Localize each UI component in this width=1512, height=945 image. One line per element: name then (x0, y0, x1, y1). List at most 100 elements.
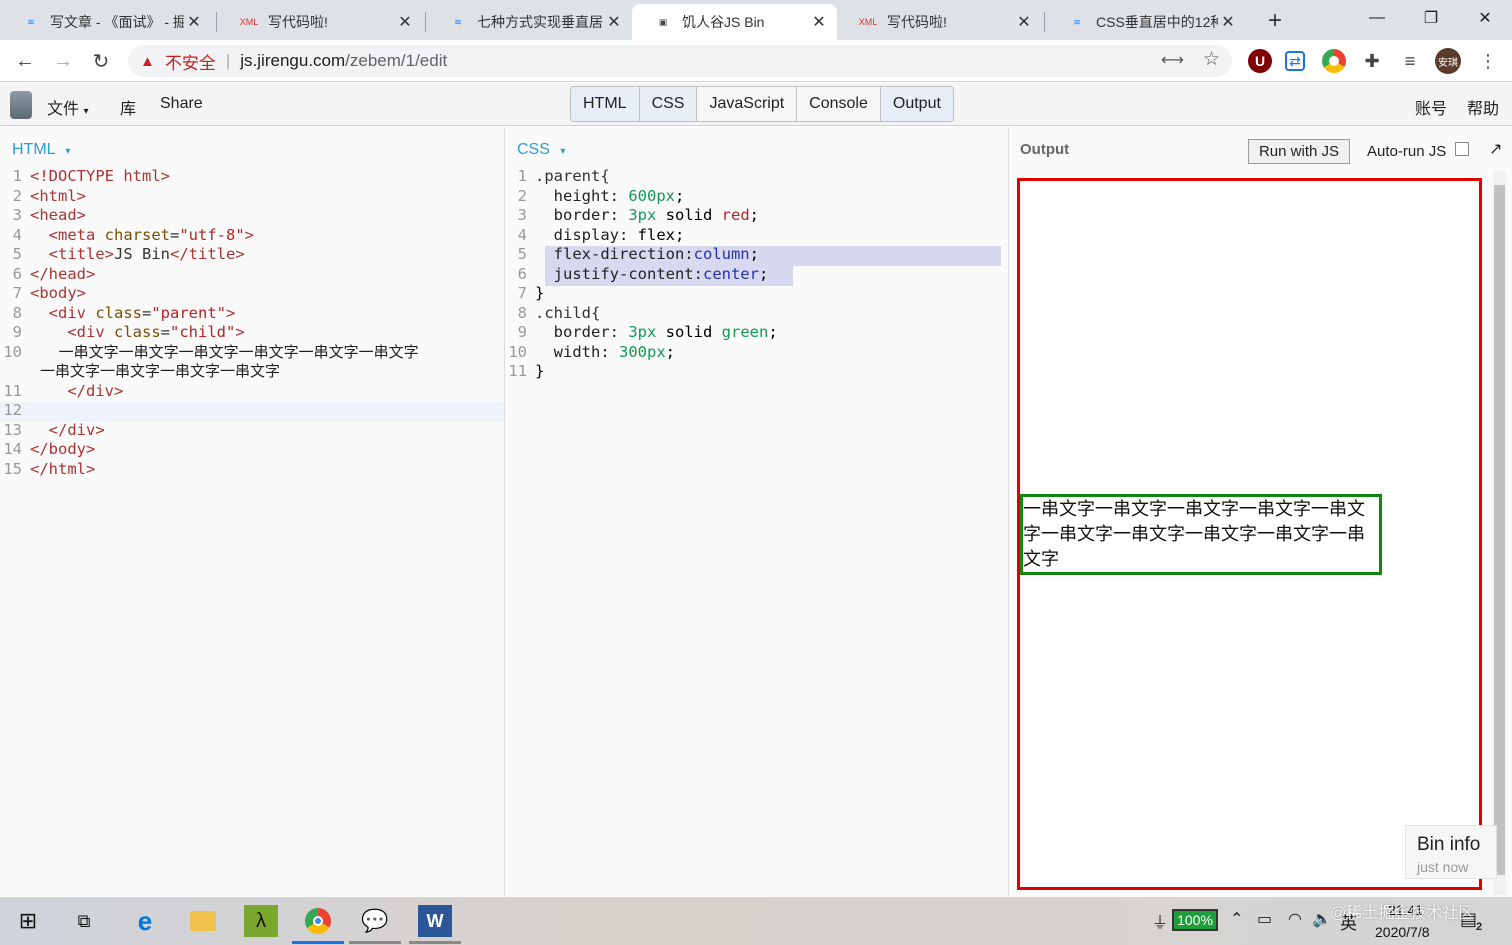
toggle-console[interactable]: Console (797, 87, 881, 121)
tab-juejin-center[interactable]: ≋ 七种方式实现垂直居中 ✕ (427, 4, 632, 40)
edge-icon[interactable]: e (128, 905, 162, 937)
word-icon[interactable]: W (418, 905, 452, 937)
close-icon[interactable]: ✕ (809, 12, 829, 32)
tab-title: 写代码啦! (887, 14, 947, 30)
restore-button[interactable]: ❐ (1404, 0, 1458, 36)
warning-icon: ▲ (140, 52, 155, 70)
file-explorer-icon[interactable] (186, 905, 220, 937)
menu-file-label: 文件 (47, 101, 80, 118)
autorun-checkbox[interactable] (1455, 142, 1469, 156)
new-tab-button[interactable]: + (1262, 7, 1288, 34)
battery-tray-icon[interactable]: ▭ (1257, 909, 1272, 929)
html-panel-title: HTML (12, 141, 55, 158)
notification-count: 2 (1476, 921, 1483, 933)
window-close-button[interactable]: ✕ (1458, 0, 1512, 36)
bin-info-time: just now (1417, 859, 1469, 875)
menu-library[interactable]: 库 (120, 95, 136, 119)
close-icon[interactable]: ✕ (395, 12, 415, 32)
power-plug-icon: ⏚ (1152, 915, 1169, 932)
task-view-icon[interactable]: ⧉ (67, 905, 101, 937)
tab-separator (425, 12, 426, 32)
avatar[interactable]: 安琪 (1435, 48, 1461, 74)
close-icon[interactable]: ✕ (604, 12, 624, 32)
close-icon[interactable]: ✕ (184, 12, 204, 32)
forward-icon[interactable]: → (50, 48, 76, 74)
browser-toolbar: ← → ↻ ▲ 不安全 | js.jirengu.com /zebem/1/ed… (0, 40, 1512, 82)
reading-list-icon[interactable]: ≡ (1398, 49, 1422, 73)
output-scrollbar[interactable] (1493, 171, 1506, 895)
tab-title: 写代码啦! (268, 14, 328, 30)
tab-title: 七种方式实现垂直居中 (477, 14, 604, 30)
bin-info-badge[interactable]: Bin info just now (1405, 825, 1497, 879)
toggle-css[interactable]: CSS (639, 87, 698, 121)
tab-xml-1[interactable]: XML 写代码啦! ✕ (218, 4, 423, 40)
minimize-button[interactable]: — (1350, 0, 1404, 36)
html-panel: HTML ▾ 1 <!DOCTYPE html> 2 <html> 3 <head> … (0, 127, 504, 897)
css-panel-label[interactable]: CSS ▾ (517, 141, 565, 159)
windows-start-icon[interactable]: ⊞ (11, 905, 45, 937)
html-code-editor[interactable]: 1 <!DOCTYPE html> 2 <html> 3 <head> 4 <meta… (0, 167, 504, 479)
close-icon[interactable]: ✕ (1218, 12, 1238, 32)
toggle-output[interactable]: Output (880, 87, 953, 121)
tab-title: CSS垂直居中的12种 (1096, 14, 1218, 30)
tab-juejin-css[interactable]: ≋ CSS垂直居中的12种 ✕ (1046, 4, 1246, 40)
juejin-icon: ≋ (1073, 16, 1081, 27)
toggle-javascript[interactable]: JavaScript (697, 87, 798, 121)
chrome-icon[interactable] (301, 905, 335, 937)
security-warning[interactable]: 不安全 (165, 49, 216, 74)
html-panel-label[interactable]: HTML ▾ (12, 141, 70, 159)
tab-title: 饥人谷JS Bin (682, 14, 765, 30)
menu-file[interactable]: 文件 ▾ (47, 95, 89, 119)
watermark: @稀土掘金技术社区 (1330, 905, 1475, 922)
jsbin-icon: ▣ (658, 16, 668, 27)
jsbin-toolbar: 文件 ▾ 库 Share HTML CSS JavaScript Console… (0, 83, 1512, 126)
extensions-puzzle-icon[interactable]: ✚ (1360, 49, 1384, 73)
css-code-editor[interactable]: 1 .parent{ 2 height: 600px; 3 border: 3px… (505, 167, 1009, 382)
wechat-icon[interactable]: 💬 (358, 905, 392, 937)
lambda-app-icon[interactable]: λ (244, 905, 278, 937)
child-box: 一串文字一串文字一串文字一串文字一串文字一串文字一串文字一串文字一串文字一串文字 (1020, 493, 1382, 575)
app-indicator (349, 941, 401, 944)
popout-arrow-icon[interactable]: ↗ (1489, 139, 1502, 159)
close-icon[interactable]: ✕ (1014, 12, 1034, 32)
clock-date[interactable]: 2020/7/8 (1375, 924, 1430, 940)
wifi-icon[interactable]: ◠ (1288, 909, 1302, 929)
scrollbar-thumb[interactable] (1494, 185, 1505, 875)
tab-separator (1044, 12, 1045, 32)
address-bar[interactable]: ▲ 不安全 | js.jirengu.com /zebem/1/edit ⟷ ☆ (128, 45, 1232, 77)
tab-jsbin-active[interactable]: ▣ 饥人谷JS Bin ✕ (632, 4, 837, 40)
jsbin-logo-icon[interactable] (10, 91, 32, 119)
back-icon[interactable]: ← (12, 48, 38, 74)
xml-icon: XML (239, 17, 259, 27)
menu-account[interactable]: 账号 (1415, 95, 1447, 119)
translate-icon[interactable]: ⟷ (1161, 50, 1184, 70)
url-host: js.jirengu.com (240, 51, 346, 70)
output-panel-label: Output (1020, 141, 1070, 158)
toggle-html[interactable]: HTML (571, 87, 640, 121)
bin-info-title: Bin info (1417, 834, 1481, 855)
caret-down-icon: ▾ (560, 146, 566, 157)
tab-title: 写文章 - 《面试》 - 掘金 (50, 14, 184, 30)
output-preview: 一串文字一串文字一串文字一串文字一串文字一串文字一串文字一串文字一串文字一串文字 (1017, 176, 1484, 892)
menu-kebab-icon[interactable]: ⋮ (1476, 49, 1500, 73)
tab-juejin-write[interactable]: ≋ 写文章 - 《面试》 - 掘金 ✕ (0, 4, 212, 40)
battery-indicator[interactable]: 100% (1172, 909, 1218, 931)
caret-down-icon: ▾ (83, 106, 89, 117)
tab-xml-2[interactable]: XML 写代码啦! ✕ (837, 4, 1042, 40)
xml-icon: XML (858, 17, 878, 27)
ublock-icon[interactable]: U (1248, 49, 1272, 73)
caret-down-icon: ▾ (65, 146, 71, 157)
panel-toggle-group: HTML CSS JavaScript Console Output (570, 86, 954, 122)
windows-taskbar: ⊞ ⧉ e λ 💬 W ⏚ 100% ⌃ ▭ ◠ 🔈 英 21:41 2020/… (0, 897, 1512, 945)
reload-icon[interactable]: ↻ (88, 48, 114, 74)
speaker-icon[interactable]: 🔈 (1312, 909, 1332, 929)
chevron-up-icon[interactable]: ⌃ (1230, 909, 1243, 929)
extension-blue-icon[interactable]: ⇄ (1285, 51, 1305, 71)
bookmark-star-icon[interactable]: ☆ (1203, 48, 1220, 71)
juejin-icon: ≋ (454, 16, 462, 27)
menu-share[interactable]: Share (160, 95, 203, 113)
menu-help[interactable]: 帮助 (1467, 95, 1499, 119)
run-with-js-button[interactable]: Run with JS (1248, 139, 1350, 164)
chrome-color-icon[interactable] (1322, 49, 1346, 73)
app-indicator (409, 941, 461, 944)
